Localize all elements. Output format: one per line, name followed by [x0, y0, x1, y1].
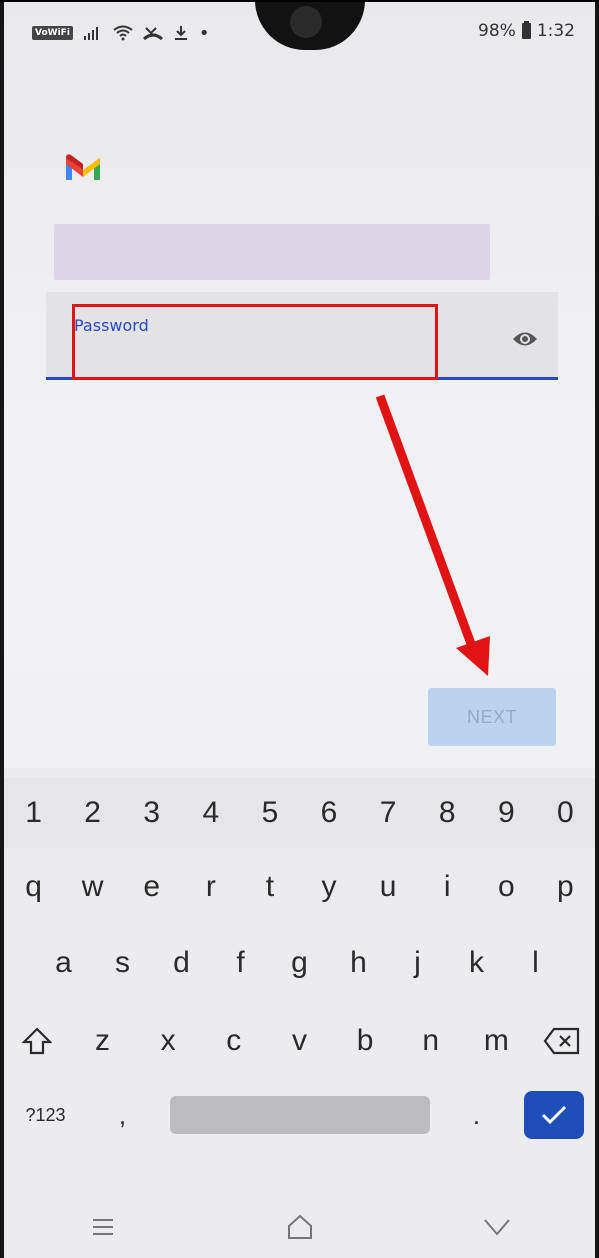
- comma-key[interactable]: ,: [99, 1100, 147, 1131]
- key-n[interactable]: n: [407, 1024, 455, 1058]
- key-c[interactable]: c: [210, 1024, 258, 1058]
- gmail-logo-icon: [66, 154, 100, 180]
- shift-key-icon[interactable]: [13, 1023, 61, 1059]
- download-icon: [174, 26, 187, 40]
- period-key[interactable]: .: [453, 1100, 501, 1131]
- signal-icon: [83, 27, 98, 40]
- email-display: [54, 224, 490, 280]
- wifi-icon: [113, 25, 133, 41]
- key-q[interactable]: q: [10, 870, 58, 904]
- key-9[interactable]: 9: [482, 796, 530, 830]
- battery-percent: 98%: [478, 21, 516, 41]
- home-icon[interactable]: [270, 1207, 330, 1247]
- key-v[interactable]: v: [275, 1024, 323, 1058]
- key-y[interactable]: y: [305, 870, 353, 904]
- enter-check-icon[interactable]: [523, 1091, 584, 1139]
- key-w[interactable]: w: [69, 870, 117, 904]
- next-button[interactable]: NEXT: [428, 688, 556, 746]
- key-i[interactable]: i: [423, 870, 471, 904]
- key-b[interactable]: b: [341, 1024, 389, 1058]
- key-u[interactable]: u: [364, 870, 412, 904]
- letter-row-3: z x c v b n m: [4, 1006, 595, 1076]
- keyboard: 1 2 3 4 5 6 7 8 9 0 q w e r t y u i o p …: [4, 768, 595, 1258]
- key-f[interactable]: f: [217, 946, 265, 980]
- key-e[interactable]: e: [128, 870, 176, 904]
- key-1[interactable]: 1: [10, 796, 58, 830]
- key-o[interactable]: o: [482, 870, 530, 904]
- key-r[interactable]: r: [187, 870, 235, 904]
- status-bar-right: 98% 1:32: [478, 20, 575, 42]
- key-0[interactable]: 0: [541, 796, 589, 830]
- key-k[interactable]: k: [453, 946, 501, 980]
- key-p[interactable]: p: [541, 870, 589, 904]
- number-row: 1 2 3 4 5 6 7 8 9 0: [4, 778, 595, 848]
- battery-icon: [521, 21, 531, 39]
- back-icon[interactable]: [467, 1207, 527, 1247]
- key-s[interactable]: s: [99, 946, 147, 980]
- key-l[interactable]: l: [512, 946, 560, 980]
- clock: 1:32: [536, 21, 575, 41]
- space-bar[interactable]: [169, 1096, 430, 1134]
- key-j[interactable]: j: [394, 946, 442, 980]
- recent-apps-icon[interactable]: [73, 1207, 133, 1247]
- missed-call-icon: [142, 27, 163, 41]
- backspace-icon[interactable]: [538, 1023, 586, 1059]
- key-z[interactable]: z: [78, 1024, 126, 1058]
- dot-icon: •: [198, 22, 210, 44]
- key-x[interactable]: x: [144, 1024, 192, 1058]
- key-6[interactable]: 6: [305, 796, 353, 830]
- key-7[interactable]: 7: [364, 796, 412, 830]
- key-2[interactable]: 2: [69, 796, 117, 830]
- key-a[interactable]: a: [40, 946, 88, 980]
- eye-icon[interactable]: [512, 330, 538, 348]
- key-h[interactable]: h: [335, 946, 383, 980]
- key-m[interactable]: m: [472, 1024, 520, 1058]
- status-bar-left: VoWiFi •: [32, 22, 210, 44]
- bottom-row: ?123 , .: [4, 1080, 595, 1150]
- image-border: [0, 0, 599, 2]
- symbols-key[interactable]: ?123: [16, 1105, 76, 1126]
- key-8[interactable]: 8: [423, 796, 471, 830]
- nav-bar: [4, 1196, 595, 1258]
- key-5[interactable]: 5: [246, 796, 294, 830]
- key-t[interactable]: t: [246, 870, 294, 904]
- key-g[interactable]: g: [276, 946, 324, 980]
- key-3[interactable]: 3: [128, 796, 176, 830]
- vowifi-badge: VoWiFi: [32, 26, 73, 40]
- letter-row-1: q w e r t y u i o p: [4, 852, 595, 922]
- key-d[interactable]: d: [158, 946, 206, 980]
- highlight-box: [72, 304, 438, 380]
- key-4[interactable]: 4: [187, 796, 235, 830]
- annotation-arrow: [375, 394, 490, 676]
- letter-row-2: a s d f g h j k l: [4, 928, 595, 998]
- front-camera: [290, 6, 322, 38]
